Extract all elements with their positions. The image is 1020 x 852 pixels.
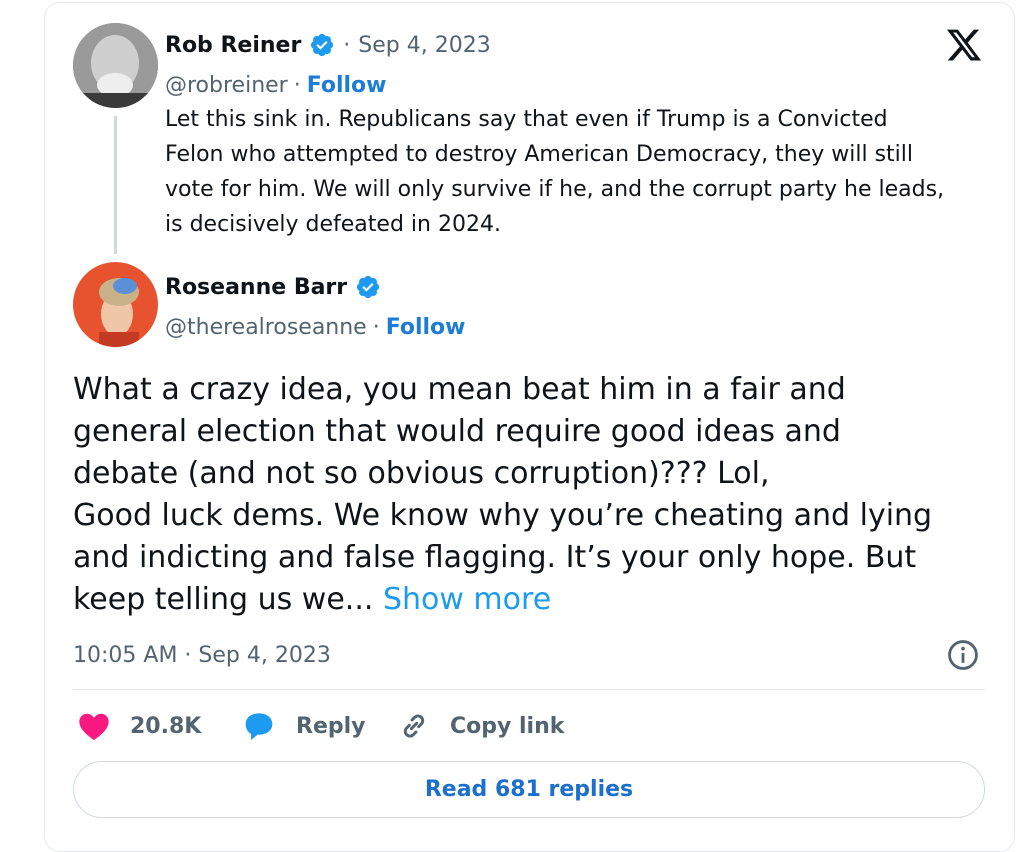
- reply-action[interactable]: Reply: [242, 706, 366, 746]
- reply-bubble-icon: [245, 713, 273, 740]
- quoted-tweet-date[interactable]: Sep 4, 2023: [358, 33, 490, 58]
- x-logo-icon[interactable]: [944, 26, 984, 64]
- follow-rob-reiner-button[interactable]: Follow: [307, 73, 387, 98]
- reply-label: Reply: [296, 713, 366, 739]
- roseanne-barr-avatar[interactable]: [73, 262, 158, 347]
- reply-tweet-last-line: keep telling us we... Show more: [73, 579, 993, 621]
- like-count: 20.8K: [130, 713, 202, 739]
- reply-tweet-subheader: @therealroseanne · Follow: [165, 310, 466, 344]
- copy-link-label: Copy link: [450, 713, 565, 739]
- follow-roseanne-barr-button[interactable]: Follow: [386, 315, 466, 340]
- reply-tweet-line: keep telling us we...: [73, 582, 374, 617]
- quoted-tweet-line: is decisively defeated in 2024.: [165, 212, 501, 237]
- info-icon[interactable]: [946, 638, 980, 672]
- thread-connector-line: [114, 116, 117, 254]
- quoted-tweet-line: vote for him. We will only survive if he…: [165, 177, 945, 202]
- reply-tweet-line: What a crazy idea, you mean beat him in …: [73, 372, 846, 407]
- verified-badge-icon: [357, 275, 380, 299]
- copy-link-action[interactable]: Copy link: [398, 706, 564, 746]
- verified-badge-icon: [311, 33, 334, 57]
- quoted-tweet-line: Felon who attempted to destroy American …: [165, 142, 914, 167]
- reply-tweet-text: What a crazy idea, you mean beat him in …: [73, 369, 993, 621]
- roseanne-barr-name[interactable]: Roseanne Barr: [165, 275, 347, 300]
- quoted-tweet-line: Let this sink in. Republicans say that e…: [165, 107, 888, 132]
- roseanne-barr-handle[interactable]: @therealroseanne: [165, 315, 367, 340]
- reply-tweet-line: Good luck dems. We know why you’re cheat…: [73, 498, 933, 533]
- reply-tweet-header: Roseanne Barr: [165, 270, 381, 304]
- reply-tweet-timestamp[interactable]: 10:05 AM · Sep 4, 2023: [73, 640, 331, 672]
- quoted-tweet-subheader: @robreiner · Follow: [165, 68, 387, 102]
- reply-tweet-line: debate (and not so obvious corruption)??…: [73, 456, 770, 491]
- rob-reiner-avatar[interactable]: [73, 23, 158, 108]
- read-replies-button[interactable]: Read 681 replies: [73, 761, 985, 818]
- header-separator: ·: [343, 32, 351, 58]
- quoted-tweet-text: Let this sink in. Republicans say that e…: [165, 102, 995, 242]
- show-more-link[interactable]: Show more: [383, 582, 551, 617]
- heart-icon: [79, 713, 109, 741]
- rob-reiner-handle[interactable]: @robreiner: [165, 73, 288, 98]
- action-divider: [73, 689, 985, 690]
- like-action[interactable]: 20.8K: [78, 706, 201, 746]
- link-icon: [403, 714, 425, 738]
- rob-reiner-name[interactable]: Rob Reiner: [165, 33, 301, 58]
- reply-tweet-line: general election that would require good…: [73, 414, 841, 449]
- subheader-separator: ·: [293, 72, 301, 98]
- reply-tweet-line: and indicting and false flagging. It’s y…: [73, 540, 917, 575]
- subheader-separator: ·: [372, 314, 380, 340]
- quoted-tweet-header: Rob Reiner · Sep 4, 2023: [165, 28, 491, 62]
